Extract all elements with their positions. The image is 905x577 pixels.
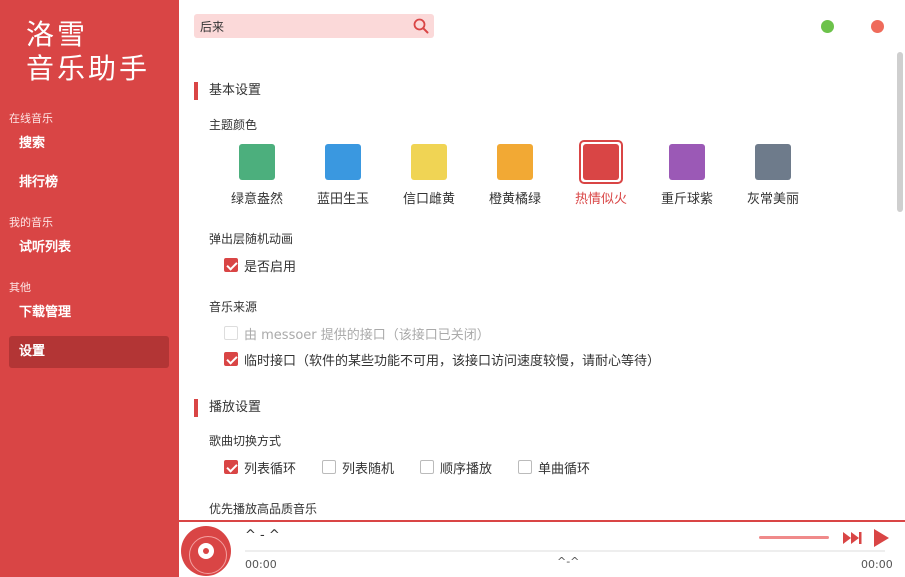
volume-slider[interactable] (759, 536, 829, 539)
theme-swatch (239, 144, 275, 180)
sidebar-item-downloads[interactable]: 下载管理 (9, 297, 169, 329)
nav-group-other: 其他 (9, 281, 31, 294)
theme-label: 灰常美丽 (746, 192, 799, 207)
checkbox-icon[interactable] (322, 460, 337, 474)
theme-option-purple[interactable]: 重斤球紫 (652, 144, 722, 207)
progress-bar[interactable] (245, 550, 885, 552)
checkbox-checked-icon[interactable] (224, 258, 238, 272)
theme-label: 橙黄橘绿 (488, 192, 541, 207)
switch-mode-single-loop[interactable]: 单曲循环 (518, 458, 590, 477)
checkbox-icon[interactable] (420, 460, 435, 474)
checkbox-checked-icon[interactable] (224, 352, 238, 366)
player-bar: ^ - ^ 00:00 ^-^ 00:00 (179, 520, 905, 577)
section-title-basic: 基本设置 (194, 82, 261, 100)
theme-label: 信口雌黄 (402, 192, 455, 207)
next-track-icon[interactable] (841, 530, 863, 546)
theme-swatch (669, 144, 705, 180)
theme-option-red[interactable]: 热情似火 (566, 140, 636, 207)
search-input[interactable] (194, 14, 404, 38)
theme-picker: 绿意盎然 蓝田生玉 信口雌黄 橙黄橘绿 热情似火 重斤球紫 灰常美丽 (222, 140, 822, 214)
checkbox-label: 顺序播放 (440, 461, 493, 477)
music-source-label: 音乐来源 (209, 300, 258, 314)
checkbox-icon[interactable] (518, 460, 533, 474)
theme-option-orange[interactable]: 橙黄橘绿 (480, 144, 550, 207)
play-icon[interactable] (871, 528, 891, 548)
logo-line-2: 音乐助手 (26, 52, 151, 85)
theme-swatch (497, 144, 533, 180)
main-panel: 基本设置 主题颜色 绿意盎然 蓝田生玉 信口雌黄 橙黄橘绿 (179, 0, 905, 577)
switch-mode-list-random[interactable]: 列表随机 (322, 458, 394, 477)
checkbox-label: 列表随机 (342, 461, 395, 477)
album-disc-icon[interactable] (181, 526, 231, 576)
scrollbar-thumb[interactable] (897, 52, 903, 212)
theme-label: 绿意盎然 (230, 192, 283, 207)
theme-option-green[interactable]: 绿意盎然 (222, 144, 292, 207)
close-button[interactable] (871, 20, 884, 33)
search-box (194, 14, 434, 38)
lyric-placeholder: ^-^ (557, 555, 580, 568)
section-title-play: 播放设置 (194, 399, 261, 417)
theme-option-blue[interactable]: 蓝田生玉 (308, 144, 378, 207)
disc-ring (189, 536, 227, 574)
switch-mode-sequential[interactable]: 顺序播放 (420, 458, 492, 477)
sidebar: 洛雪 音乐助手 在线音乐 搜索 排行榜 我的音乐 试听列表 其他 下载管理 设置 (0, 0, 179, 577)
nav-group-online: 在线音乐 (9, 112, 53, 125)
sidebar-item-settings[interactable]: 设置 (9, 336, 169, 368)
theme-label: 热情似火 (574, 192, 627, 207)
app-logo: 洛雪 音乐助手 (26, 18, 166, 86)
popup-animation-label: 弹出层随机动画 (209, 232, 294, 246)
checkbox-label: 由 messoer 提供的接口（该接口已关闭） (244, 327, 490, 343)
time-total: 00:00 (861, 558, 893, 571)
theme-swatch (755, 144, 791, 180)
hq-music-label: 优先播放高品质音乐 (209, 502, 318, 516)
theme-swatch (583, 144, 619, 180)
checkbox-checked-icon[interactable] (224, 460, 238, 474)
checkbox-disabled-icon (224, 326, 238, 340)
popup-animation-toggle[interactable]: 是否启用 (224, 256, 297, 275)
theme-swatch (411, 144, 447, 180)
search-icon[interactable] (412, 17, 430, 35)
theme-color-label: 主题颜色 (209, 118, 258, 132)
switch-mode-list-loop[interactable]: 列表循环 (224, 458, 296, 477)
theme-option-yellow[interactable]: 信口雌黄 (394, 144, 464, 207)
theme-option-gray[interactable]: 灰常美丽 (738, 144, 808, 207)
source-option-messoer: 由 messoer 提供的接口（该接口已关闭） (224, 324, 490, 343)
theme-label: 蓝田生玉 (316, 192, 369, 207)
sidebar-item-search[interactable]: 搜索 (9, 128, 169, 160)
settings-content[interactable]: 基本设置 主题颜色 绿意盎然 蓝田生玉 信口雌黄 橙黄橘绿 热情似火 重斤球紫 … (179, 52, 905, 520)
track-title: ^ - ^ (245, 528, 280, 543)
sidebar-item-charts[interactable]: 排行榜 (9, 167, 169, 199)
theme-swatch (325, 144, 361, 180)
sidebar-item-playlist[interactable]: 试听列表 (9, 232, 169, 264)
nav-group-my-music: 我的音乐 (9, 216, 53, 229)
switch-mode-label: 歌曲切换方式 (209, 434, 282, 448)
source-option-temp[interactable]: 临时接口（软件的某些功能不可用，该接口访问速度较慢，请耐心等待） (224, 350, 661, 369)
theme-label: 重斤球紫 (660, 192, 713, 207)
logo-line-1: 洛雪 (26, 18, 89, 51)
switch-mode-group: 列表循环 列表随机 顺序播放 单曲循环 (224, 458, 616, 477)
time-current: 00:00 (245, 558, 277, 571)
minimize-button[interactable] (821, 20, 834, 33)
theme-selected-frame (579, 140, 623, 184)
checkbox-label: 是否启用 (244, 259, 297, 275)
checkbox-label: 临时接口（软件的某些功能不可用，该接口访问速度较慢，请耐心等待） (244, 353, 661, 369)
checkbox-label: 列表循环 (244, 461, 297, 477)
checkbox-label: 单曲循环 (538, 461, 591, 477)
